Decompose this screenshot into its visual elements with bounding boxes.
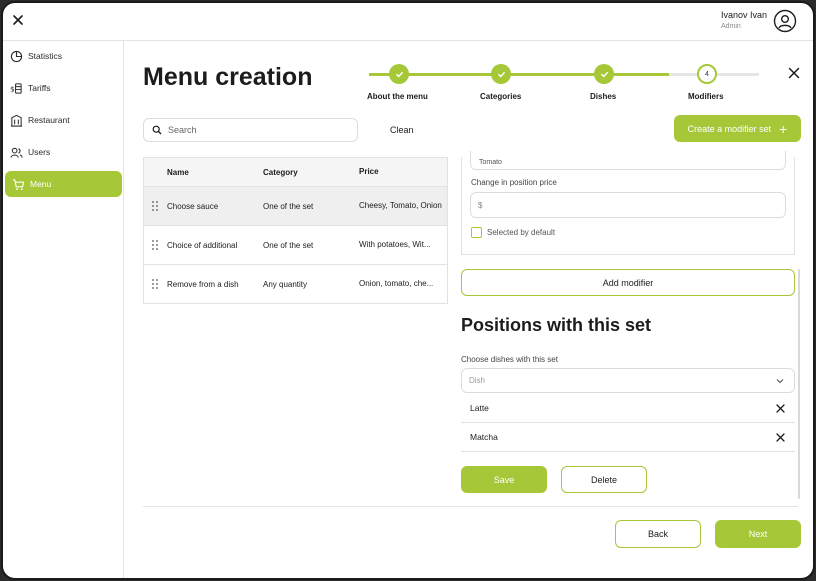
- save-button[interactable]: Save: [461, 466, 547, 493]
- cell-price: Cheesy, Tomato, Onion: [359, 200, 442, 210]
- selected-by-default-checkbox[interactable]: Selected by default: [471, 227, 555, 238]
- table-row[interactable]: Choose sauce One of the set Cheesy, Toma…: [144, 186, 447, 225]
- close-icon[interactable]: [788, 67, 800, 79]
- clean-button[interactable]: Clean: [390, 125, 414, 135]
- remove-icon[interactable]: [776, 433, 785, 442]
- sidebar-item-label: Users: [28, 147, 51, 157]
- dish-name: Latte: [470, 403, 489, 413]
- cell-price: With potatoes, Wit...: [359, 239, 431, 249]
- pie-chart-icon: [10, 50, 23, 62]
- sidebar-item-restaurant[interactable]: Restaurant: [3, 107, 121, 133]
- plus-icon: +: [779, 120, 788, 137]
- search-icon: [152, 125, 162, 135]
- column-header-category[interactable]: Category: [263, 168, 359, 177]
- step-3-dot[interactable]: [594, 64, 614, 84]
- sidebar-item-label: Menu: [30, 179, 52, 189]
- cart-icon: [12, 178, 25, 190]
- drag-handle-icon[interactable]: [152, 240, 158, 250]
- choose-dishes-label: Choose dishes with this set: [461, 355, 558, 364]
- modifier-name-field[interactable]: Tomato: [470, 151, 786, 170]
- user-circle-icon[interactable]: [773, 9, 797, 33]
- selected-by-default-label: Selected by default: [487, 228, 556, 237]
- create-modifier-set-button[interactable]: Create a modifier set +: [674, 115, 801, 142]
- modifier-sets-table: Name Category Price Choose sauce One of …: [143, 157, 448, 304]
- step-label: Modifiers: [688, 92, 724, 101]
- cell-name: Choose sauce: [167, 201, 219, 211]
- cell-name: Remove from a dish: [167, 279, 239, 289]
- create-modifier-set-label: Create a modifier set: [687, 123, 772, 134]
- drag-handle-icon[interactable]: [152, 279, 158, 289]
- user-info: Ivanov Ivan Admin: [721, 10, 767, 30]
- users-icon: [10, 147, 23, 158]
- sidebar-item-tariffs[interactable]: $ Tariffs: [3, 75, 121, 101]
- step-1-dot[interactable]: [389, 64, 409, 84]
- price-change-field[interactable]: $: [470, 192, 786, 218]
- dish-name: Matcha: [470, 432, 498, 442]
- chevron-down-icon: [776, 379, 784, 384]
- page-title: Menu creation: [143, 63, 313, 91]
- sidebar-item-statistics[interactable]: Statistics: [3, 43, 121, 69]
- list-item: Latte: [461, 394, 795, 423]
- checkbox-box[interactable]: [471, 227, 482, 238]
- sidebar-item-label: Restaurant: [28, 115, 70, 125]
- dish-select[interactable]: Dish: [461, 368, 795, 393]
- check-icon: [395, 71, 403, 78]
- money-icon: $: [10, 82, 22, 94]
- top-bar: Ivanov Ivan Admin: [3, 3, 813, 41]
- delete-button[interactable]: Delete: [561, 466, 647, 493]
- stepper: About the menu Categories Dishes 4 Modif…: [355, 61, 775, 111]
- sidebar-item-label: Tariffs: [28, 83, 51, 93]
- step-label: Categories: [480, 92, 522, 101]
- sidebar: Statistics $ Tariffs Restaurant Users Me…: [3, 41, 124, 578]
- table-row[interactable]: Remove from a dish Any quantity Onion, t…: [144, 264, 447, 303]
- cell-category: One of the set: [263, 240, 314, 250]
- sidebar-item-users[interactable]: Users: [3, 139, 121, 165]
- panel-scrollbar[interactable]: [798, 269, 800, 499]
- cell-category: Any quantity: [263, 279, 308, 289]
- add-modifier-button[interactable]: Add modifier: [461, 269, 795, 296]
- next-button[interactable]: Next: [715, 520, 801, 548]
- modifier-card: Tomato Change in position price $ Select…: [461, 151, 795, 255]
- positions-title: Positions with this set: [461, 315, 652, 335]
- check-icon: [600, 71, 608, 78]
- drag-handle-icon[interactable]: [152, 201, 158, 211]
- search-input[interactable]: Search: [143, 118, 358, 142]
- column-header-name[interactable]: Name: [167, 168, 263, 177]
- sidebar-item-label: Statistics: [28, 51, 63, 61]
- cell-price: Onion, tomato, che...: [359, 278, 434, 288]
- sidebar-item-menu[interactable]: Menu: [5, 171, 122, 197]
- main-content: Menu creation About the menu Categories …: [125, 41, 813, 578]
- cell-category: One of the set: [263, 201, 314, 211]
- svg-text:$: $: [10, 84, 15, 93]
- price-change-label: Change in position price: [471, 178, 557, 187]
- cell-name: Choice of additional: [167, 240, 238, 250]
- building-icon: [10, 114, 23, 127]
- user-name: Ivanov Ivan: [720, 10, 767, 20]
- app-window: Ivanov Ivan Admin Statistics $ Tariffs R…: [1, 1, 815, 580]
- dish-select-placeholder: Dish: [469, 376, 486, 385]
- step-4-dot[interactable]: 4: [697, 64, 717, 84]
- step-2-dot[interactable]: [491, 64, 511, 84]
- check-icon: [497, 71, 505, 78]
- close-icon[interactable]: [11, 13, 25, 27]
- footer-divider: [143, 506, 798, 507]
- back-button[interactable]: Back: [615, 520, 701, 548]
- table-header: Name Category Price: [144, 157, 447, 186]
- search-placeholder: Search: [168, 125, 197, 135]
- stepper-progress-line: [369, 73, 669, 76]
- step-label: About the menu: [367, 92, 428, 101]
- step-label: Dishes: [590, 92, 617, 101]
- remove-icon[interactable]: [776, 404, 785, 413]
- user-role: Admin: [720, 23, 741, 30]
- table-row[interactable]: Choice of additional One of the set With…: [144, 225, 447, 264]
- modifier-set-panel: Tomato Change in position price $ Select…: [461, 151, 796, 498]
- list-item: Matcha: [461, 423, 795, 452]
- column-header-price[interactable]: Price: [359, 167, 447, 178]
